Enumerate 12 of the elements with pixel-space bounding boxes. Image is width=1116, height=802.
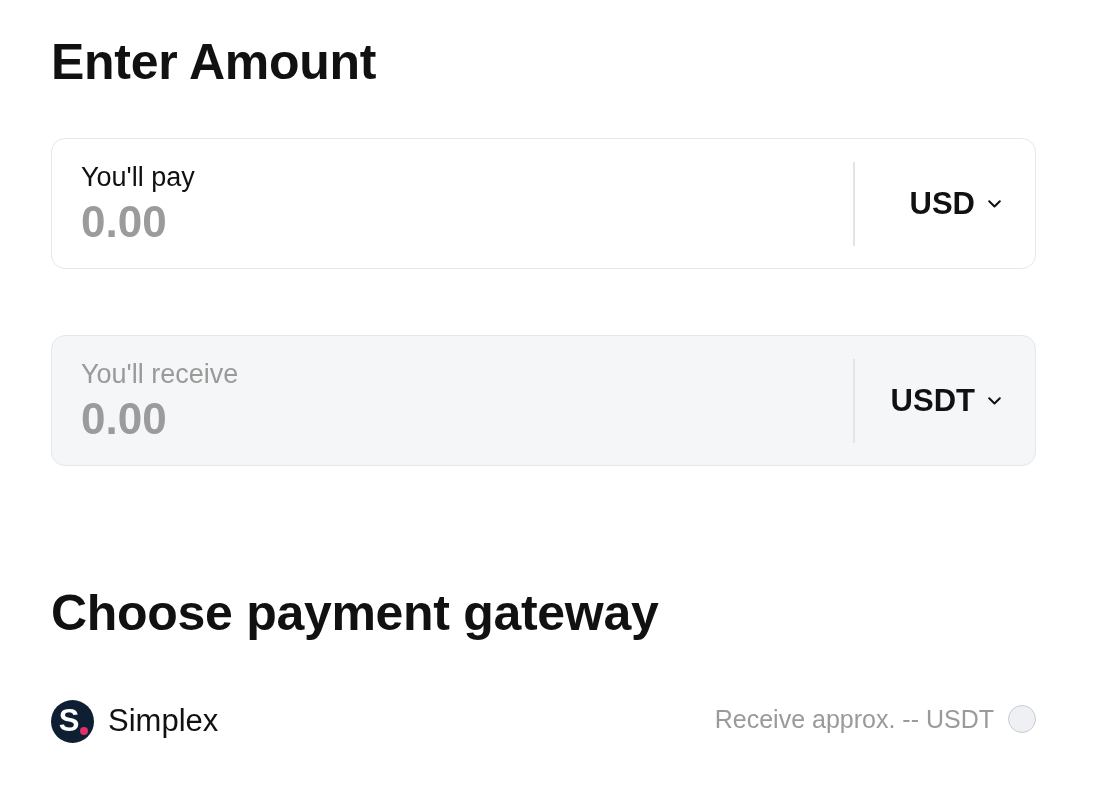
field-label: You'll pay bbox=[81, 160, 195, 193]
gateway-name: Simplex bbox=[108, 702, 219, 740]
caret-icon bbox=[988, 199, 1001, 208]
amount-input[interactable]: 0.00 bbox=[81, 196, 381, 247]
currency-select[interactable]: USD bbox=[909, 183, 1001, 224]
caret-icon bbox=[988, 396, 1001, 405]
field-label: You'll receive bbox=[81, 357, 239, 390]
section-heading: Enter Amount bbox=[51, 34, 377, 90]
receive-estimate: Receive approx. -- USDT bbox=[714, 704, 994, 734]
section-heading: Choose payment gateway bbox=[51, 585, 659, 641]
logo-letter: S bbox=[58, 705, 80, 737]
radio-button[interactable] bbox=[1008, 705, 1036, 733]
